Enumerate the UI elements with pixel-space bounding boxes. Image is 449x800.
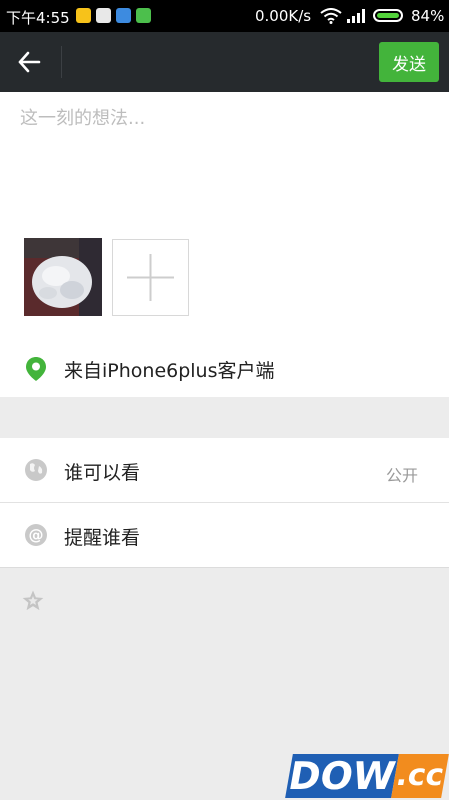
compose-area: 这一刻的想法... 来自iPhone6plus客户端 (0, 92, 449, 397)
svg-text:@: @ (29, 526, 44, 544)
battery-percent: 84% (411, 7, 445, 25)
location-label[interactable]: 来自iPhone6plus客户端 (64, 356, 275, 383)
toolbar-divider (61, 46, 62, 78)
location-pin-icon (26, 357, 46, 381)
visibility-row[interactable]: 谁可以看 公开 (0, 438, 449, 503)
watermark-logo: DOWN .cc (285, 754, 449, 798)
network-speed: 0.00K/s (255, 7, 312, 25)
watermark-down: DOWN (285, 754, 431, 798)
message-icon (116, 8, 131, 23)
chat-icon (136, 8, 151, 23)
watermark-cc: .cc (391, 754, 449, 798)
top-bar: 发送 (0, 32, 449, 92)
remind-label: 提醒谁看 (64, 527, 141, 549)
remind-row[interactable]: @ 提醒谁看 (0, 503, 449, 568)
globe-icon (25, 459, 47, 481)
wifi-icon (320, 8, 342, 24)
status-time: 下午4:55 (6, 9, 70, 27)
star-icon[interactable] (21, 589, 45, 613)
back-arrow-icon[interactable] (16, 49, 42, 75)
add-photo-button[interactable] (112, 239, 189, 316)
signal-icon (347, 9, 365, 23)
visibility-value: 公开 (385, 466, 418, 485)
send-button[interactable]: 发送 (379, 42, 439, 82)
weibo-icon (76, 8, 91, 23)
status-bar: 下午4:55 0.00K/s 84% (0, 0, 449, 32)
battery-icon (373, 9, 403, 22)
photo-thumbnail[interactable] (24, 238, 102, 316)
qq-icon (96, 8, 111, 23)
visibility-label: 谁可以看 (64, 462, 141, 484)
plus-icon (127, 254, 174, 301)
at-icon: @ (25, 524, 47, 546)
post-text-input[interactable]: 这一刻的想法... (20, 104, 145, 130)
